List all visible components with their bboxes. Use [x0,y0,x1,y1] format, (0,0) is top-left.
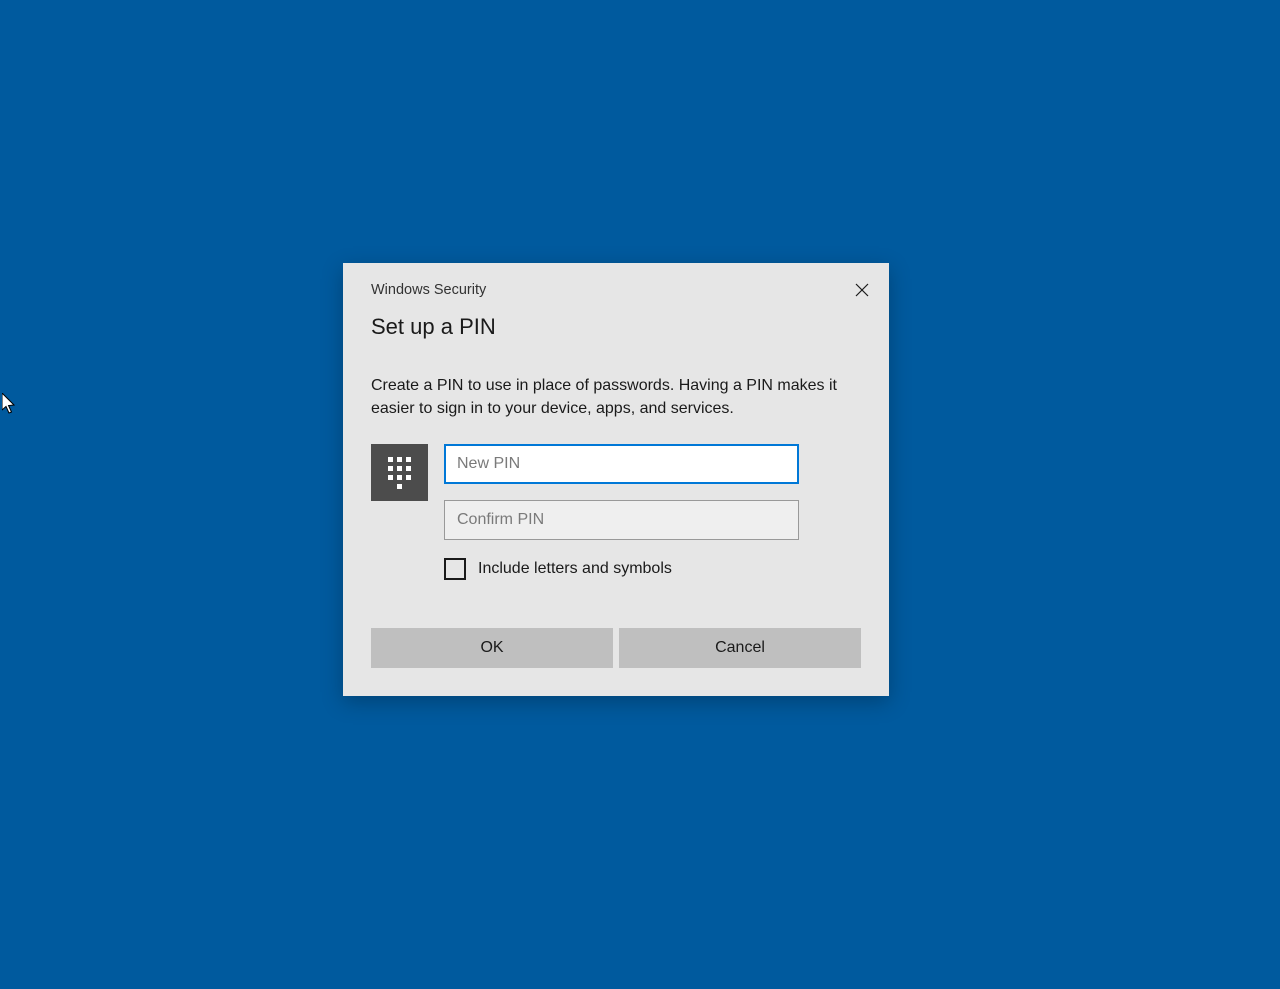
close-icon [855,283,869,300]
include-symbols-checkbox[interactable] [444,558,466,580]
mouse-cursor [2,393,18,417]
include-symbols-row: Include letters and symbols [343,540,889,580]
pin-form-row [343,420,889,540]
pin-setup-dialog: Windows Security Set up a PIN Create a P… [343,263,889,696]
cancel-button[interactable]: Cancel [619,628,861,668]
dialog-header: Windows Security [343,263,889,306]
dialog-title: Set up a PIN [343,306,889,340]
new-pin-input[interactable] [444,444,799,484]
ok-button[interactable]: OK [371,628,613,668]
keypad-icon [371,444,428,501]
confirm-pin-input[interactable] [444,500,799,540]
dialog-button-row: OK Cancel [343,580,889,696]
include-symbols-label: Include letters and symbols [478,560,672,578]
dialog-description: Create a PIN to use in place of password… [343,340,889,420]
dialog-app-title: Windows Security [371,282,486,298]
pin-inputs-column [444,444,861,540]
close-button[interactable] [847,276,877,306]
